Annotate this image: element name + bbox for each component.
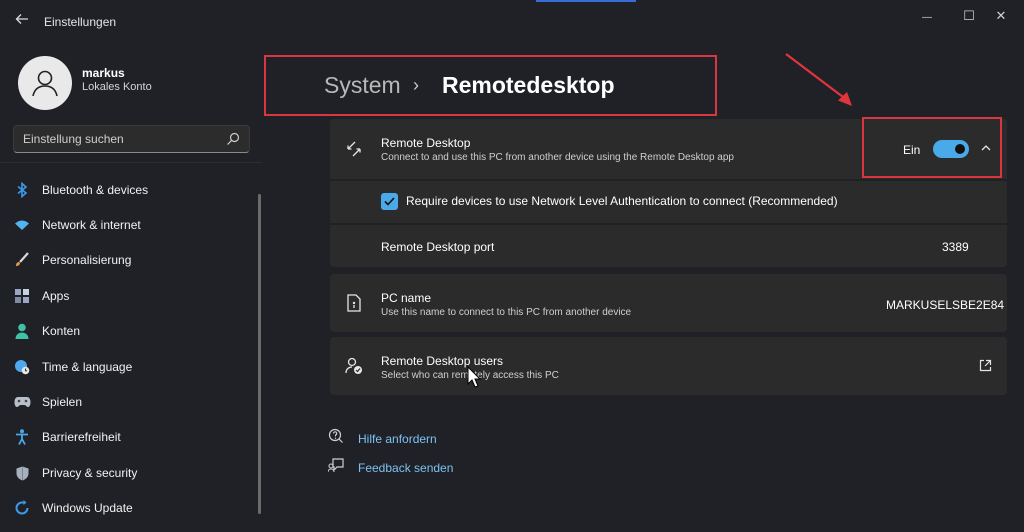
sidebar-item-label: Windows Update	[42, 501, 133, 515]
port-setting-row: Remote Desktop port 3389	[330, 225, 1007, 267]
port-label: Remote Desktop port	[381, 240, 495, 254]
close-button[interactable]: ✕	[984, 6, 1018, 26]
remote-desktop-users-setting[interactable]: Remote Desktop users Select who can remo…	[330, 337, 1007, 395]
arrow-left-icon	[15, 14, 28, 24]
update-icon	[13, 499, 31, 517]
sidebar-item-privacy-security[interactable]: Privacy & security	[6, 457, 250, 489]
pc-name-setting: PC name Use this name to connect to this…	[330, 274, 1007, 332]
account-type: Lokales Konto	[82, 81, 152, 93]
sidebar-item-time-language[interactable]: Time & language	[6, 351, 250, 383]
brush-icon	[13, 251, 31, 269]
gamepad-icon	[13, 393, 31, 411]
minimize-button[interactable]: —	[910, 6, 944, 26]
nla-checkbox[interactable]	[381, 193, 398, 210]
sidebar-item-label: Apps	[42, 289, 70, 303]
rd-users-title: Remote Desktop users	[381, 354, 504, 368]
close-icon: ✕	[995, 8, 1007, 23]
open-external-icon[interactable]	[979, 359, 992, 377]
search-icon[interactable]	[225, 131, 241, 147]
checkmark-icon	[384, 197, 395, 206]
nla-label: Require devices to use Network Level Aut…	[406, 194, 838, 208]
breadcrumb-separator: ›	[413, 75, 419, 95]
sidebar-item-label: Bluetooth & devices	[42, 183, 149, 197]
accessibility-icon	[13, 428, 31, 446]
wifi-icon	[13, 216, 31, 234]
feedback-link[interactable]: Feedback senden	[327, 457, 453, 478]
remote-desktop-title: Remote Desktop	[381, 136, 471, 150]
port-value: 3389	[942, 240, 969, 254]
page-title: Remotedesktop	[442, 72, 615, 98]
help-link[interactable]: Hilfe anfordern	[328, 428, 437, 449]
user-name: markus	[82, 66, 125, 80]
sidebar-item-label: Privacy & security	[42, 466, 138, 480]
sidebar-item-label: Barrierefreiheit	[42, 430, 121, 444]
toggle-highlight-box	[862, 117, 1002, 178]
maximize-icon: ☐	[963, 8, 975, 23]
remote-desktop-icon	[344, 139, 364, 159]
nav-divider	[0, 162, 262, 163]
sidebar-item-bluetooth[interactable]: Bluetooth & devices	[6, 174, 250, 206]
back-button[interactable]	[12, 12, 32, 32]
title-bar: Einstellungen — ☐ ✕	[0, 0, 1024, 44]
sidebar: markus Lokales Konto Bluetooth & devices…	[0, 44, 262, 532]
person-icon	[13, 322, 31, 340]
breadcrumb-parent[interactable]: System	[324, 72, 401, 99]
avatar[interactable]	[18, 56, 72, 110]
remote-desktop-subtitle: Connect to and use this PC from another …	[381, 152, 734, 163]
sidebar-scrollbar[interactable]	[258, 194, 261, 514]
apps-icon	[13, 287, 31, 305]
sidebar-item-gaming[interactable]: Spielen	[6, 386, 250, 418]
pc-name-title: PC name	[381, 291, 432, 305]
sidebar-item-label: Time & language	[42, 360, 133, 374]
sidebar-item-accounts[interactable]: Konten	[6, 315, 250, 347]
sidebar-item-accessibility[interactable]: Barrierefreiheit	[6, 421, 250, 453]
minimize-icon: —	[922, 12, 932, 23]
app-title: Einstellungen	[44, 15, 117, 29]
globe-clock-icon	[13, 358, 31, 376]
feedback-link-label[interactable]: Feedback senden	[358, 461, 453, 475]
sidebar-item-label: Personalisierung	[42, 253, 132, 267]
sidebar-item-windows-update[interactable]: Windows Update	[6, 492, 250, 524]
pc-name-subtitle: Use this name to connect to this PC from…	[381, 307, 632, 318]
sidebar-item-label: Spielen	[42, 395, 83, 409]
search-input[interactable]	[23, 130, 223, 148]
annotation-arrow	[785, 53, 852, 106]
pc-name-value: MARKUSELSBE2E84	[886, 298, 1005, 312]
sidebar-item-label: Network & internet	[42, 218, 141, 232]
bluetooth-icon	[13, 181, 31, 199]
feedback-icon	[327, 457, 344, 478]
nla-setting-row: Require devices to use Network Level Aut…	[330, 181, 1007, 223]
user-check-icon	[344, 356, 364, 376]
sidebar-item-personalization[interactable]: Personalisierung	[6, 244, 250, 276]
top-accent-line	[536, 0, 636, 2]
mouse-cursor-icon	[467, 366, 481, 388]
sidebar-item-apps[interactable]: Apps	[6, 280, 250, 312]
help-icon	[328, 428, 344, 449]
help-link-label[interactable]: Hilfe anfordern	[358, 432, 437, 446]
search-box[interactable]	[13, 125, 250, 153]
sidebar-item-label: Konten	[42, 324, 81, 338]
sidebar-item-network[interactable]: Network & internet	[6, 209, 250, 241]
document-icon	[344, 293, 364, 313]
shield-icon	[13, 464, 31, 482]
maximize-button[interactable]: ☐	[952, 6, 986, 26]
user-avatar-icon	[32, 70, 58, 97]
